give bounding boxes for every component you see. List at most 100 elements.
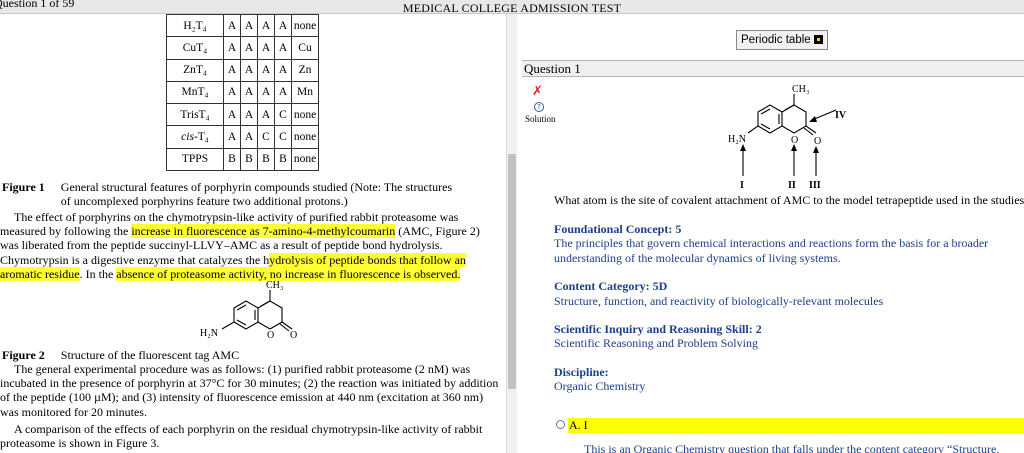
cell-compound: TPPS — [166, 147, 224, 172]
cell-compound: cis-T₄ — [166, 125, 224, 149]
discipline-heading: Discipline: — [554, 365, 609, 379]
choice-a-label[interactable]: A. I — [568, 418, 1024, 433]
cell-value: A — [240, 125, 258, 149]
q-label-iv: IV — [835, 110, 847, 121]
paragraph-1: The effect of porphyrins on the chymotry… — [0, 210, 500, 281]
cell-value: A — [223, 36, 241, 60]
cell-value: A — [240, 36, 258, 60]
cell-ion: none — [291, 125, 319, 149]
top-bar: Question 1 of 59 MEDICAL COLLEGE ADMISSI… — [0, 0, 1024, 15]
cell-value: A — [274, 14, 292, 38]
cell-value: A — [223, 80, 241, 105]
cell-compound: H₂T₄ — [166, 14, 224, 38]
cell-ion: Zn — [291, 58, 319, 82]
q-label-ii: II — [788, 180, 796, 191]
cell-compound: ZnT₄ — [166, 58, 224, 82]
skill-heading: Scientific Inquiry and Reasoning Skill: … — [554, 322, 762, 336]
cell-value: B — [223, 147, 241, 172]
table-row: H₂T₄ A A A Anone — [166, 14, 319, 38]
passage-pane[interactable]: H₂T₄ A A A Anone CuT₄ A A A A Cu ZnT₄ A A A A Zn MnT₄ A A A A… — [0, 14, 506, 453]
cell-ion: none — [291, 103, 319, 127]
q-label-iii: III — [809, 180, 821, 191]
cell-value: A — [240, 103, 258, 127]
cell-ion: none — [291, 14, 319, 38]
choice-a-radio[interactable] — [556, 420, 565, 429]
amc-ch3-label: CH₃ — [266, 280, 283, 291]
solution-label[interactable]: Solution — [525, 114, 556, 124]
q-carbonyl-oxygen: O — [814, 136, 821, 147]
question-pane: Periodic table Question 1 ✗ ? Solution C… — [518, 14, 1024, 453]
porphyrin-table: H₂T₄ A A A Anone CuT₄ A A A A Cu ZnT₄ A A A A Zn MnT₄ A A A A… — [166, 14, 319, 172]
foundational-concept-heading: Foundational Concept: 5 — [554, 222, 682, 236]
cell-compound: CuT₄ — [166, 36, 224, 60]
q-h2n-label: H₂N — [728, 134, 746, 145]
question-structure-diagram: CH₃ H₂N O O I II III IV — [728, 84, 847, 191]
cell-value: A — [223, 58, 241, 82]
table-row: CuT₄ A A A A Cu — [166, 36, 319, 60]
figure2-caption-text: Structure of the fluorescent tag AMC — [60, 348, 240, 362]
q-label-i: I — [740, 180, 744, 191]
cell-value: A — [257, 36, 275, 60]
cell-value: B — [240, 147, 258, 172]
cell-value: A — [240, 80, 258, 105]
cell-value: A — [257, 103, 275, 127]
cell-value: A — [257, 80, 275, 105]
table-row: TrisT₄ A A A Cnone — [166, 103, 319, 127]
periodic-table-button[interactable]: Periodic table — [736, 30, 828, 50]
cell-value: A — [274, 58, 292, 82]
table-row: TPPS B B B Bnone — [166, 147, 319, 172]
answer-explanation: This is an Organic Chemistry question th… — [584, 442, 1000, 453]
figure1-label: Figure 1 — [2, 180, 45, 194]
figure2-label: Figure 2 — [2, 348, 45, 362]
figure1-caption-text: General structural features of porphyrin… — [60, 180, 453, 209]
table-row: MnT₄ A A A A Mn — [166, 80, 319, 105]
question-header: Question 1 — [522, 60, 1024, 77]
amc-carbonyl-oxygen: O — [290, 330, 297, 341]
mark-incorrect-icon[interactable]: ✗ — [532, 84, 543, 99]
cell-ion: none — [291, 147, 319, 172]
periodic-table-label: Periodic table — [741, 34, 811, 46]
question-stem: What atom is the site of covalent attach… — [554, 193, 1024, 207]
passage-scrollbar[interactable] — [506, 14, 517, 453]
amc-ring-oxygen: O — [267, 330, 274, 341]
cell-value: C — [257, 125, 275, 149]
answer-choice-a[interactable]: A. I — [556, 418, 1024, 433]
scrollbar-thumb[interactable] — [508, 154, 516, 389]
para1-highlight-3[interactable]: absence of proteasome activity, no incre… — [116, 266, 458, 281]
q-ring-oxygen: O — [791, 135, 798, 146]
cell-value: A — [223, 125, 241, 149]
table-row: cis-T₄ A A C Cnone — [166, 125, 319, 149]
amc-structure-diagram: CH₃ H₂N O O — [200, 280, 297, 341]
para1-text-c: . In the — [79, 266, 117, 281]
cell-compound: TrisT₄ — [166, 103, 224, 127]
cell-value: A — [257, 58, 275, 82]
para1-text-d: . — [457, 266, 461, 281]
content-category-heading: Content Category: 5D — [554, 279, 668, 293]
cell-ion: Mn — [291, 80, 319, 105]
cell-value: A — [223, 103, 241, 127]
discipline-text: Organic Chemistry — [554, 379, 646, 393]
cell-value: B — [257, 147, 275, 172]
solution-help-icon[interactable]: ? — [534, 102, 544, 112]
table-row: ZnT₄ A A A A Zn — [166, 58, 319, 82]
paragraph-2: The general experimental procedure was a… — [0, 362, 499, 419]
cell-ion: Cu — [291, 36, 319, 60]
periodic-table-icon — [813, 35, 823, 44]
cell-compound: MnT₄ — [166, 80, 224, 105]
paragraph-3: A comparison of the effects of each porp… — [0, 422, 483, 451]
cell-value: A — [240, 58, 258, 82]
skill-text: Scientific Reasoning and Problem Solving — [554, 336, 758, 350]
cell-value: C — [274, 125, 292, 149]
cell-value: A — [257, 14, 275, 38]
figure2-caption: Figure 2 Structure of the fluorescent tag… — [2, 348, 239, 362]
cell-value: A — [274, 80, 292, 105]
figure1-caption: Figure 1 General structural features of p… — [2, 180, 472, 208]
cell-value: C — [274, 103, 292, 127]
content-category-text: Structure, function, and reactivity of b… — [554, 294, 884, 308]
cell-value: A — [274, 36, 292, 60]
amc-h2n-label: H₂N — [200, 328, 218, 339]
cell-value: A — [240, 14, 258, 38]
q-ch3-label: CH₃ — [792, 84, 809, 95]
para1-highlight-1[interactable]: increase in fluorescence as 7-amino-4-me… — [131, 224, 396, 239]
foundational-concept-text: The principles that govern chemical inte… — [554, 236, 989, 265]
